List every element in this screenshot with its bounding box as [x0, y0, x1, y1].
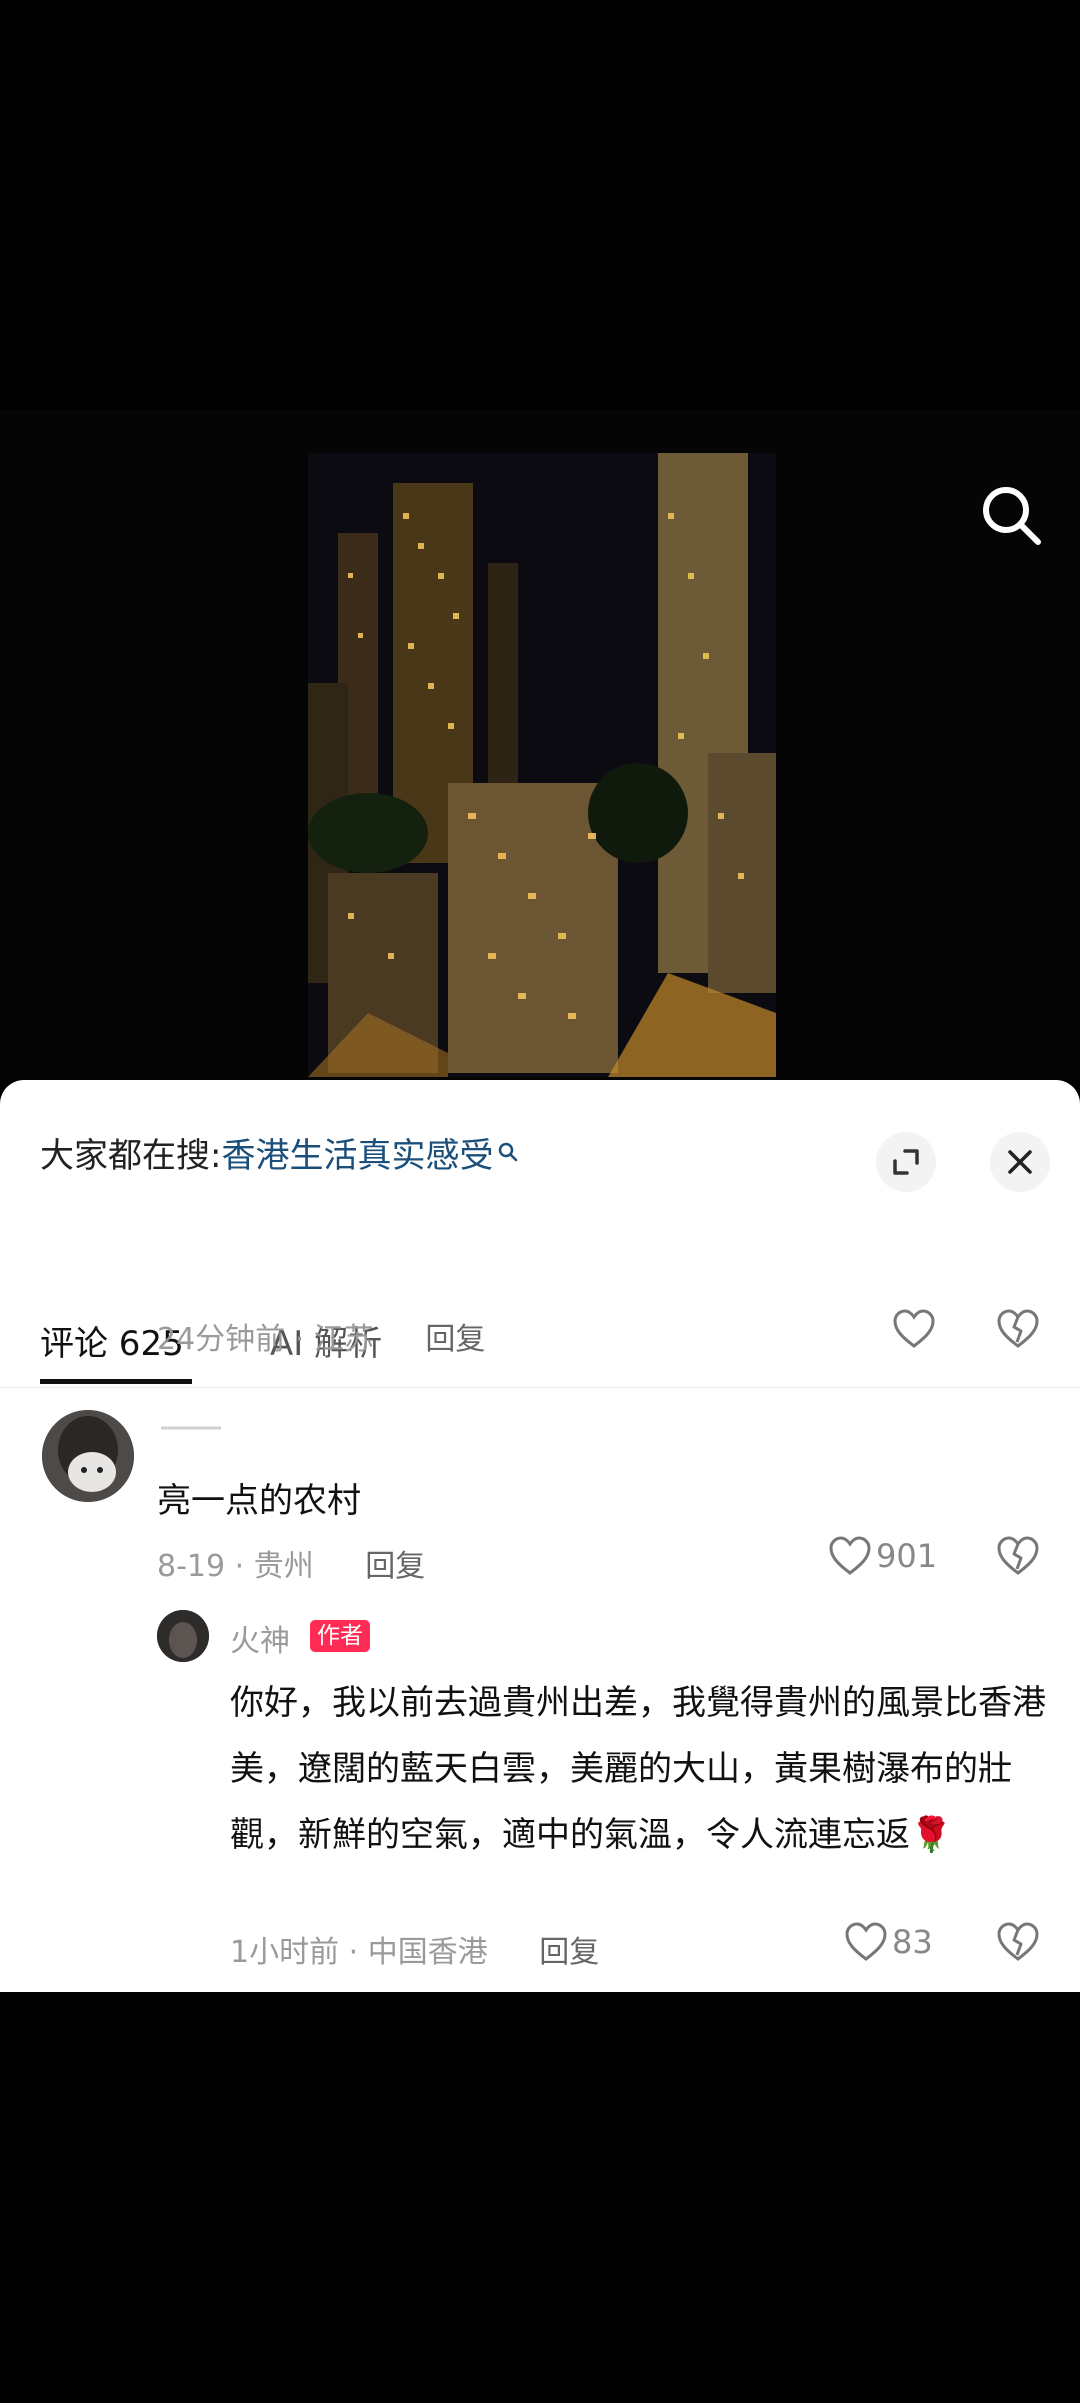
heart-icon	[893, 1309, 935, 1348]
close-button[interactable]	[990, 1132, 1050, 1192]
small-search-icon	[499, 1142, 518, 1162]
reply-button[interactable]: 回复	[365, 1549, 425, 1584]
reply-time-location: 1小时前 · 中国香港	[230, 1935, 488, 1970]
video-frame-night-city[interactable]	[308, 453, 776, 1077]
reply-button[interactable]: 回复	[539, 1935, 599, 1970]
search-icon	[983, 487, 1041, 545]
broken-heart-icon	[997, 1536, 1039, 1575]
dislike-button[interactable]	[996, 1922, 1040, 1966]
comment-time-location: 24分钟前 · 江苏	[157, 1322, 374, 1357]
commenter-name-placeholder[interactable]	[157, 1416, 227, 1434]
avatar-image	[42, 1410, 134, 1502]
reply-meta: 1小时前 · 中国香港 回复	[230, 1927, 599, 1971]
dislike-button[interactable]	[996, 1536, 1040, 1580]
like-count: 83	[892, 1923, 933, 1961]
hot-search-prefix: 大家都在搜:	[40, 1135, 222, 1176]
hot-search-keyword[interactable]: 香港生活真实感受	[221, 1128, 493, 1177]
hot-search-bar[interactable]: 大家都在搜: 香港生活真实感受	[40, 1120, 519, 1184]
like-button[interactable]: 83	[844, 1922, 933, 1962]
author-name[interactable]: 火神	[230, 1616, 290, 1660]
like-button[interactable]: 901	[828, 1536, 937, 1576]
broken-heart-icon	[997, 1309, 1039, 1348]
city-night-illustration	[308, 453, 776, 1077]
like-count: 901	[876, 1537, 938, 1575]
reply-text: 你好，我以前去過貴州出差，我覺得貴州的風景比香港美，遼闊的藍天白雲，美麗的大山，…	[230, 1683, 1046, 1855]
avatar-image	[157, 1610, 209, 1662]
expand-icon	[893, 1149, 919, 1175]
heart-icon	[829, 1536, 871, 1575]
broken-heart-icon	[997, 1922, 1039, 1961]
author-avatar[interactable]	[157, 1610, 209, 1662]
like-button[interactable]	[892, 1309, 936, 1349]
reply-button[interactable]: 回复	[425, 1322, 485, 1357]
close-icon	[1008, 1150, 1032, 1174]
comments-sheet: 大家都在搜: 香港生活真实感受 评论 625 AI 解析 24分钟前 · 江苏 …	[0, 1080, 1080, 1992]
expand-button[interactable]	[876, 1132, 936, 1192]
blurred-name	[161, 1426, 221, 1430]
heart-icon	[845, 1922, 887, 1961]
author-badge: 作者	[310, 1620, 370, 1652]
commenter-avatar[interactable]	[42, 1410, 134, 1502]
comment-time-location: 8-19 · 贵州	[157, 1549, 314, 1584]
comment-meta: 8-19 · 贵州 回复	[157, 1541, 425, 1585]
video-player[interactable]	[0, 0, 1080, 1080]
comment-meta: 24分钟前 · 江苏 回复	[157, 1314, 485, 1358]
search-button[interactable]	[976, 480, 1048, 552]
dislike-button[interactable]	[996, 1309, 1040, 1353]
comment-text: 亮一点的农村	[157, 1481, 361, 1521]
active-tab-indicator	[40, 1379, 192, 1384]
